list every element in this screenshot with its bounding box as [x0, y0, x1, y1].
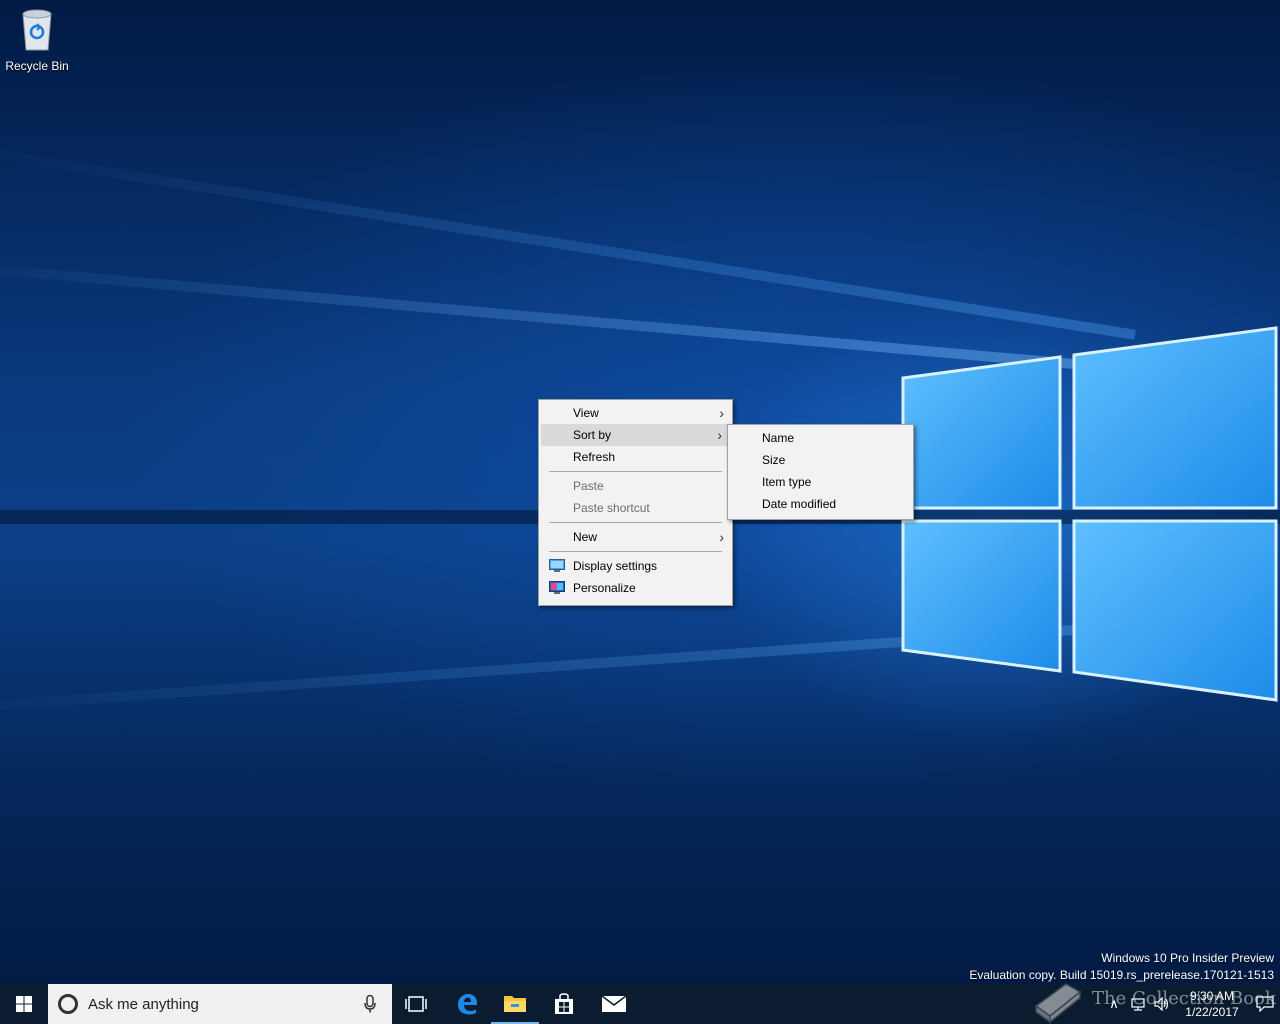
search-placeholder: Ask me anything	[88, 995, 199, 1013]
chevron-right-icon: ›	[719, 405, 724, 421]
desktop-context-menu: View › Sort by › Refresh Paste Paste sho…	[538, 399, 733, 606]
network-icon[interactable]	[1126, 984, 1150, 1024]
submenu-item-label: Item type	[762, 475, 812, 489]
chevron-right-icon: ›	[719, 529, 724, 545]
menu-item-label: Refresh	[573, 450, 616, 464]
chevron-up-icon[interactable]: ∧	[1102, 984, 1126, 1024]
menu-item-label: New	[573, 530, 598, 544]
windows-logo-icon	[16, 996, 32, 1012]
personalize-icon	[549, 581, 565, 594]
submenu-item-item-type[interactable]: Item type	[728, 471, 913, 493]
menu-item-label: View	[573, 406, 599, 420]
menu-separator	[549, 471, 722, 472]
task-view-icon	[405, 996, 427, 1012]
menu-item-label: Paste	[573, 479, 604, 493]
menu-separator	[549, 551, 722, 552]
file-explorer-button[interactable]	[491, 984, 539, 1024]
chevron-right-icon: ›	[717, 427, 722, 443]
store-button[interactable]	[540, 984, 588, 1024]
display-settings-icon	[549, 559, 565, 572]
edge-icon	[458, 994, 477, 1015]
system-tray: ∧ 9:30 AM 1/22/2017	[1102, 984, 1280, 1024]
clock-date: 1/22/2017	[1185, 1005, 1239, 1019]
file-explorer-icon	[504, 996, 526, 1012]
cortana-icon	[58, 994, 78, 1014]
menu-item-display-settings[interactable]: Display settings	[539, 555, 732, 577]
mail-button[interactable]	[590, 984, 638, 1024]
menu-item-refresh[interactable]: Refresh	[539, 446, 732, 468]
build-watermark: Windows 10 Pro Insider Preview Evaluatio…	[969, 950, 1274, 984]
watermark-edition: Windows 10 Pro Insider Preview	[1101, 951, 1274, 965]
menu-item-label: Sort by	[573, 428, 612, 442]
submenu-item-date-modified[interactable]: Date modified	[728, 493, 913, 515]
menu-item-label: Paste shortcut	[573, 501, 650, 515]
taskbar: Ask me anything ∧ 9:30 AM 1/22/2017	[0, 984, 1280, 1024]
menu-item-view[interactable]: View ›	[539, 402, 732, 424]
microphone-icon[interactable]	[358, 992, 382, 1016]
submenu-item-name[interactable]: Name	[728, 427, 913, 449]
menu-item-label: Display settings	[573, 559, 658, 573]
watermark-build: Evaluation copy. Build 15019.rs_prerelea…	[969, 968, 1274, 982]
menu-item-personalize[interactable]: Personalize	[539, 577, 732, 599]
submenu-item-size[interactable]: Size	[728, 449, 913, 471]
clock-time: 9:30 AM	[1189, 989, 1235, 1003]
submenu-item-label: Date modified	[762, 497, 837, 511]
start-button[interactable]	[0, 984, 48, 1024]
submenu-item-label: Size	[762, 453, 786, 467]
menu-item-paste-shortcut[interactable]: Paste shortcut	[539, 497, 732, 519]
mail-icon	[601, 995, 627, 1012]
menu-item-label: Personalize	[573, 581, 636, 595]
edge-button[interactable]	[443, 984, 491, 1024]
task-view-button[interactable]	[392, 984, 440, 1024]
menu-separator	[549, 522, 722, 523]
action-center-button[interactable]	[1250, 984, 1280, 1024]
volume-icon[interactable]	[1150, 984, 1174, 1024]
notification-icon	[1256, 996, 1274, 1012]
recycle-bin-label: Recycle Bin	[5, 59, 69, 73]
recycle-bin-shortcut[interactable]: Recycle Bin	[2, 6, 72, 73]
menu-item-paste[interactable]: Paste	[539, 475, 732, 497]
menu-item-sort-by[interactable]: Sort by ›	[541, 424, 730, 446]
recycle-bin-icon	[22, 9, 52, 51]
menu-item-new[interactable]: New ›	[539, 526, 732, 548]
sort-by-submenu: Name Size Item type Date modified	[727, 424, 914, 520]
submenu-item-label: Name	[762, 431, 795, 445]
cortana-search-box[interactable]: Ask me anything	[48, 984, 392, 1024]
store-icon	[555, 993, 573, 1014]
clock[interactable]: 9:30 AM 1/22/2017	[1174, 988, 1250, 1020]
desktop[interactable]: Recycle Bin View › Sort by › Refresh Pas…	[0, 0, 1280, 984]
